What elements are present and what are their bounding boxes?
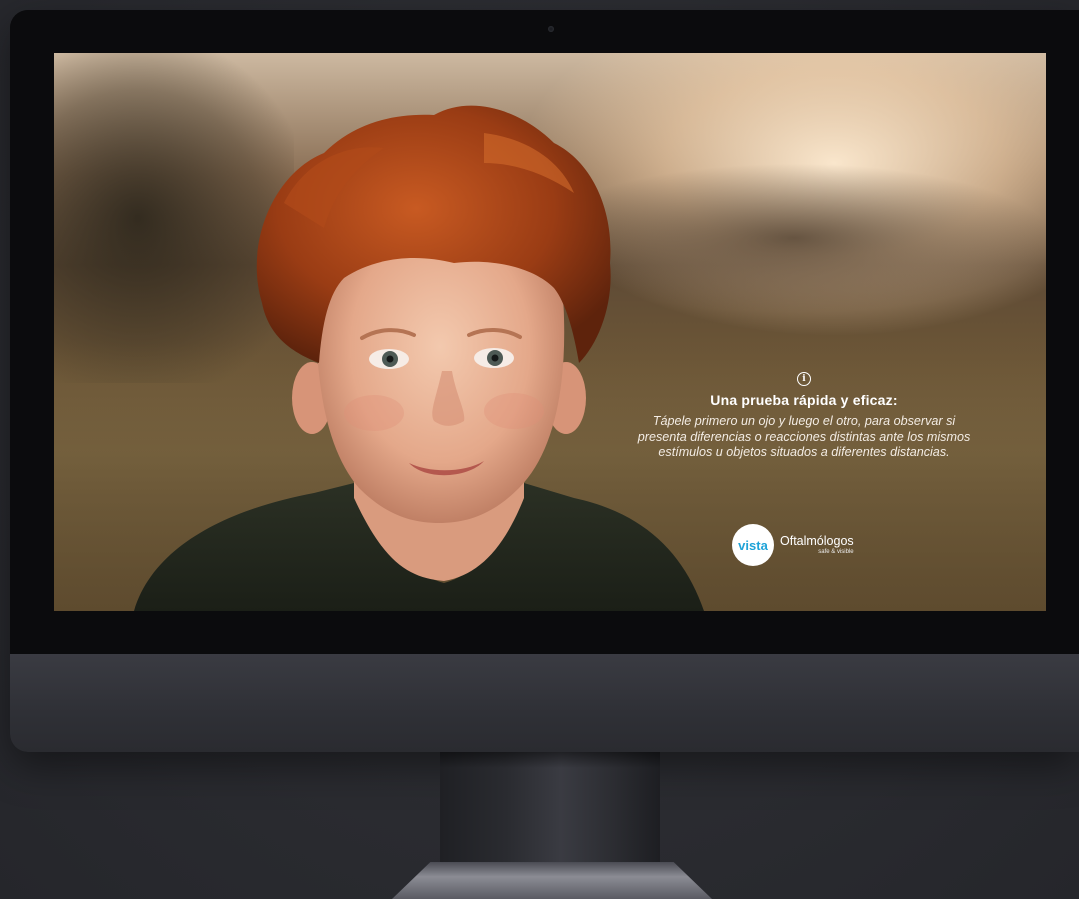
info-panel: i Una prueba rápida y eficaz: Tápele pri… [634,366,974,461]
imac-monitor: i Una prueba rápida y eficaz: Tápele pri… [10,10,1079,752]
logo-badge: vista [732,524,774,566]
brand-logo: vista Oftalmólogos safe & visible [732,524,854,566]
stand-shadow [440,752,660,768]
info-title: Una prueba rápida y eficaz: [710,392,898,408]
monitor-stand-neck [440,752,660,862]
logo-tagline: safe & visible [818,549,854,555]
camera-icon [548,26,554,32]
screen-display: i Una prueba rápida y eficaz: Tápele pri… [54,53,1046,611]
info-body: Tápele primero un ojo y luego el otro, p… [637,414,971,459]
scene: i Una prueba rápida y eficaz: Tápele pri… [0,0,1079,899]
child-photo [134,105,704,611]
logo-text: Oftalmólogos safe & visible [780,534,854,556]
info-icon: i [797,372,811,386]
monitor-chin [10,654,1079,752]
monitor-stand-base [392,862,712,899]
logo-name: Oftalmólogos [780,534,854,548]
